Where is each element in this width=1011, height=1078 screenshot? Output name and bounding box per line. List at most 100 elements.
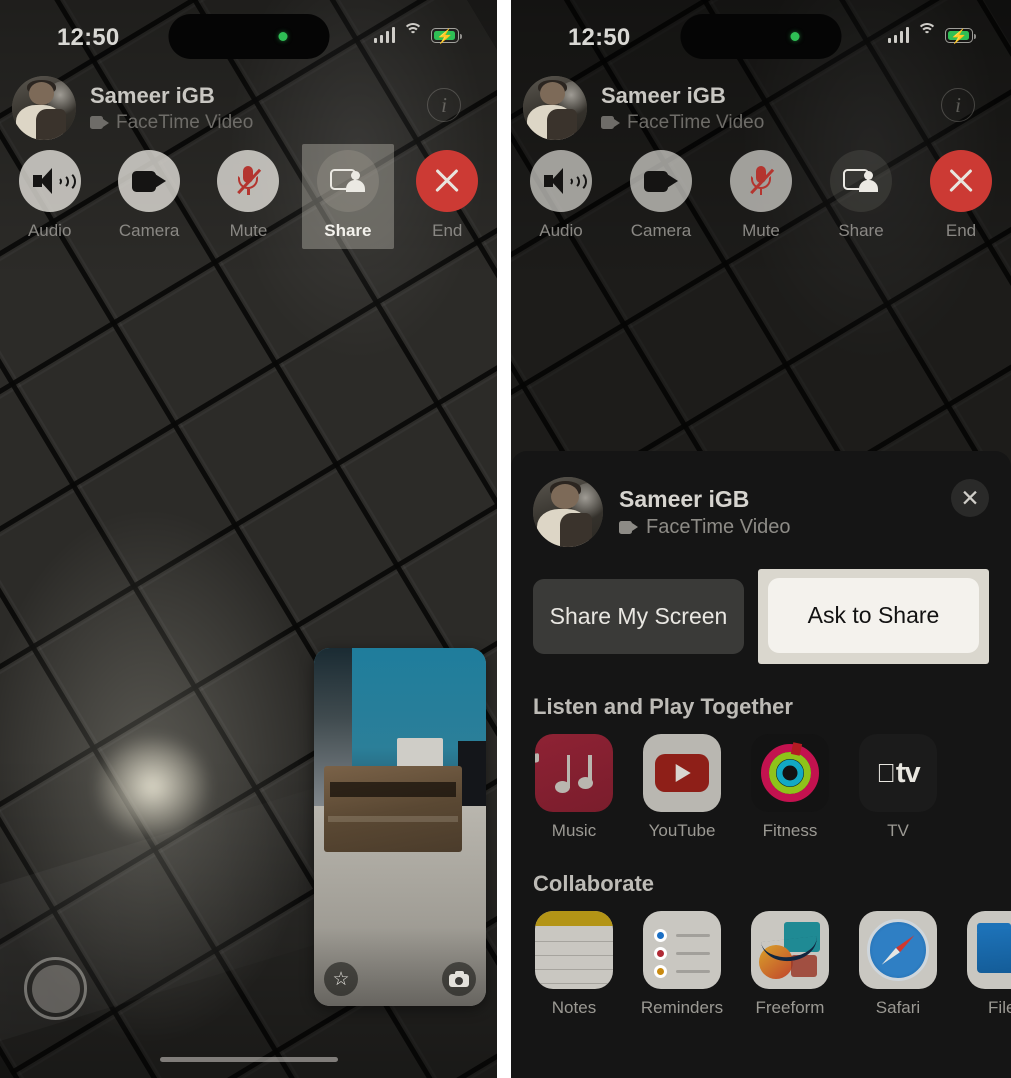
ask-to-share-button[interactable]: Ask to Share (768, 578, 979, 653)
app-label-fitness: Fitness (762, 821, 818, 840)
app-notes[interactable]: Notes (533, 911, 615, 1018)
green-camera-active-dot (278, 32, 287, 41)
star-effects-icon: ☆ (332, 968, 350, 990)
effects-button[interactable]: ☆ (324, 962, 358, 996)
close-button[interactable]: ✕ (951, 479, 989, 517)
video-camera-icon (90, 116, 109, 129)
mic-muted-icon-circle (217, 150, 280, 212)
speaker-icon (544, 168, 587, 194)
close-x-icon (946, 166, 976, 196)
app-label-reminders: Reminders (640, 998, 724, 1017)
apple-fitness-icon (751, 734, 829, 812)
avatar (533, 477, 603, 547)
app-safari[interactable]: Safari (857, 911, 939, 1018)
control-end[interactable]: End (401, 144, 493, 249)
app-label-freeform: Freeform (755, 998, 825, 1017)
self-view-pip[interactable]: ☆ (314, 648, 486, 1006)
screen-share-icon (329, 168, 366, 194)
app-music[interactable]: Music (533, 734, 615, 841)
app-label-files: Files (988, 998, 1011, 1017)
shutter-button[interactable] (24, 957, 87, 1020)
screenshot-stage: 12:50 ⚡ Sameer iGB FaceTime Video i Audi… (0, 0, 1011, 1078)
app-tv[interactable]: tv TV (857, 734, 939, 841)
app-fitness[interactable]: Fitness (749, 734, 831, 841)
video-camera-icon (644, 170, 678, 192)
screen-share-icon (843, 168, 879, 194)
cellular-bars-icon (887, 27, 909, 43)
wifi-icon (917, 23, 937, 43)
call-type-row: FaceTime Video (601, 112, 764, 134)
flip-camera-button[interactable] (442, 962, 476, 996)
control-end[interactable]: End (915, 144, 1007, 249)
freeform-icon (751, 911, 829, 989)
video-camera-icon (619, 520, 638, 534)
control-label-mute: Mute (742, 221, 780, 240)
reminders-icon (643, 911, 721, 989)
app-freeform[interactable]: Freeform (749, 911, 831, 1018)
app-label-music: Music (551, 821, 597, 840)
section-title-collaborate: Collaborate (533, 871, 655, 896)
control-label-end: End (945, 221, 977, 240)
battery-charging-icon: ⚡ (945, 28, 976, 43)
app-label-safari: Safari (875, 998, 921, 1017)
close-x-icon-circle (930, 150, 992, 212)
control-audio[interactable]: Audio (4, 144, 96, 249)
video-camera-icon-circle (118, 150, 181, 212)
share-sheet-call-type-row: FaceTime Video (619, 516, 791, 539)
share-sheet-header: Sameer iGB FaceTime Video (511, 477, 1011, 547)
close-x-icon-circle (416, 150, 479, 212)
cellular-bars-icon (373, 27, 395, 43)
apple-tv-icon: tv (859, 734, 937, 812)
video-camera-icon (132, 170, 167, 192)
info-button[interactable]: i (941, 88, 975, 122)
screen-share-icon-circle (830, 150, 892, 212)
control-camera[interactable]: Camera (103, 144, 195, 249)
youtube-icon (643, 734, 721, 812)
app-label-notes: Notes (551, 998, 597, 1017)
mic-muted-icon-circle (730, 150, 792, 212)
speaker-icon-circle (18, 150, 81, 212)
wifi-icon (403, 23, 423, 43)
control-label-camera: Camera (118, 221, 180, 240)
app-reminders[interactable]: Reminders (641, 911, 723, 1018)
video-camera-icon-circle (630, 150, 692, 212)
control-audio[interactable]: Audio (515, 144, 607, 249)
control-label-end: End (432, 221, 463, 240)
section-title-listen-and-play: Listen and Play Together (533, 694, 793, 719)
control-share[interactable]: Share (815, 144, 907, 249)
status-bar-indicators: ⚡ (373, 23, 462, 43)
control-label-audio: Audio (539, 221, 583, 240)
green-camera-active-dot (790, 32, 800, 41)
status-bar: 12:50 ⚡ (511, 0, 1011, 62)
close-icon: ✕ (960, 484, 980, 511)
ask-to-share-label: Ask to Share (807, 602, 940, 628)
control-label-share: Share (838, 221, 884, 240)
status-bar: 12:50 ⚡ (0, 0, 497, 62)
share-sheet-actions: Share My Screen Ask to Share (511, 547, 1011, 664)
call-controls: Audio Camera Mute Share End (0, 144, 497, 249)
app-label-youtube: YouTube (648, 821, 716, 840)
caller-info: Sameer iGB FaceTime Video (12, 76, 253, 140)
share-sheet-contact-name: Sameer iGB (619, 485, 750, 512)
control-camera[interactable]: Camera (615, 144, 707, 249)
mic-muted-icon (235, 165, 262, 197)
status-bar-time: 12:50 (568, 24, 631, 51)
app-files[interactable]: Files (965, 911, 1011, 1018)
control-mute[interactable]: Mute (715, 144, 807, 249)
call-type-label: FaceTime Video (116, 111, 254, 133)
control-share[interactable]: Share (301, 144, 394, 249)
app-row-listen-and-play: Music YouTube Fitness tv (511, 720, 1011, 841)
avatar (12, 76, 76, 140)
avatar (523, 76, 587, 140)
share-my-screen-button[interactable]: Share My Screen (533, 579, 744, 654)
info-icon: i (955, 92, 961, 117)
control-label-mute: Mute (229, 221, 268, 240)
phone-screen-right: 12:50 ⚡ Sameer iGB FaceTime Video i Audi… (511, 0, 1011, 1078)
status-bar-indicators: ⚡ (887, 23, 976, 43)
flip-camera-icon (449, 971, 469, 987)
info-button[interactable]: i (427, 88, 461, 122)
control-mute[interactable]: Mute (202, 144, 294, 249)
app-youtube[interactable]: YouTube (641, 734, 723, 841)
share-my-screen-label: Share My Screen (549, 603, 728, 629)
share-sheet-call-type: FaceTime Video (646, 515, 791, 538)
